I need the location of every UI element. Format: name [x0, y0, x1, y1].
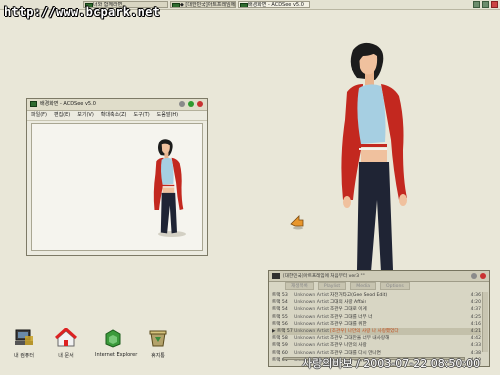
- track-artist: Unknown Artist: [294, 343, 330, 349]
- player-icon: [272, 273, 280, 279]
- cursor-icon: [290, 215, 304, 230]
- close-icon[interactable]: [491, 1, 498, 8]
- playlist-row[interactable]: 트랙 56 Unknown Artist 조관우 그대를 위한 4:16: [272, 321, 481, 328]
- track-title: 조관우 그대를 너무 너: [330, 314, 373, 320]
- track-title: 조관우 그대를 위한: [330, 321, 367, 327]
- track-title: 조관우 나만의 사랑: [330, 343, 367, 349]
- desktop-icon-my-documents[interactable]: 내 문서: [48, 326, 84, 359]
- documents-icon: [54, 326, 78, 347]
- acdsee-icon: [240, 3, 248, 7]
- track-duration: 4:25: [470, 314, 481, 320]
- playlist: 트랙 53 Unknown Artist 자전거타고(Gee Seod Edit) 4…: [272, 292, 481, 364]
- track-artist: Unknown Artist: [294, 293, 330, 298]
- track-number: 트랙 54: [272, 300, 288, 306]
- track-duration: 4:37: [470, 307, 481, 313]
- tab-media[interactable]: Media: [350, 282, 377, 290]
- folder-icon[interactable]: [473, 1, 480, 8]
- menu-edit[interactable]: 편집(E): [54, 110, 70, 120]
- track-duration: 4:36: [470, 293, 481, 298]
- wallpaper-thumbnail: [153, 139, 186, 237]
- track-title: 조관우 그대만을 너무 내사랑해: [330, 336, 390, 342]
- tab-playlist-ko[interactable]: 재생목록: [285, 282, 314, 290]
- window-menubar: 파일(F) 편집(E) 보기(V) 확대축소(Z) 도구(T) 도움말(H): [27, 110, 207, 121]
- window-icon: [172, 3, 180, 7]
- playlist-row[interactable]: 트랙 59 Unknown Artist 조관우 나만의 사랑 4:33: [272, 342, 481, 349]
- track-number: 트랙 56: [272, 321, 288, 327]
- track-title: [조관우] 나만의 사랑 나 사랑했었다: [330, 328, 399, 334]
- track-duration: 4:33: [470, 343, 481, 349]
- track-duration: 4:42: [470, 336, 481, 342]
- track-number: ▶ 트랙 57: [272, 328, 293, 334]
- window-title: 배경화면 - ACDSee v5.0: [40, 101, 96, 107]
- acdsee-icon: [30, 101, 37, 107]
- close-button[interactable]: [480, 273, 486, 279]
- playlist-row[interactable]: 트랙 58 Unknown Artist 조관우 그대만을 너무 내사랑해 4:42: [272, 335, 481, 342]
- wallpaper-figure: [341, 42, 407, 272]
- desktop-icon-internet-explorer[interactable]: Internet Explorer: [95, 328, 138, 358]
- desktop-icon-label: Internet Explorer: [95, 352, 138, 358]
- watermark-url: http://www.bcpark.net: [4, 5, 160, 19]
- track-artist: Unknown Artist: [294, 336, 330, 342]
- desktop-icon-label: 내 문서: [58, 353, 74, 359]
- internet-explorer-icon: [105, 329, 121, 348]
- acdsee-window: 배경화면 - ACDSee v5.0 파일(F) 편집(E) 보기(V) 확대축…: [26, 98, 208, 256]
- minimize-button[interactable]: [179, 101, 185, 107]
- playlist-row[interactable]: 트랙 54 Unknown Artist 그대의 사랑 Affair 4:20: [272, 299, 481, 306]
- desktop-icon-my-computer[interactable]: 내 컴퓨터: [6, 328, 42, 359]
- menu-tools[interactable]: 도구(T): [134, 110, 150, 120]
- menu-zoom[interactable]: 확대축소(Z): [101, 110, 127, 120]
- recycle-bin-icon: [149, 330, 167, 347]
- computer-icon: [15, 329, 33, 345]
- track-number: 트랙 53: [272, 293, 288, 298]
- menu-view[interactable]: 보기(V): [77, 110, 94, 120]
- track-duration: 4:16: [470, 321, 481, 327]
- track-artist: Unknown Artist: [294, 321, 330, 327]
- track-artist: Unknown Artist: [294, 328, 330, 334]
- playlist-row[interactable]: 트랙 53 Unknown Artist 자전거타고(Gee Seod Edit) 4…: [272, 292, 481, 299]
- track-artist: Unknown Artist: [294, 314, 330, 320]
- desktop-icon-recycle-bin[interactable]: 휴지통: [140, 328, 176, 359]
- menu-help[interactable]: 도움말(H): [157, 110, 178, 120]
- track-artist: Unknown Artist: [294, 300, 330, 306]
- playlist-row[interactable]: ▶ 트랙 57 Unknown Artist [조관우] 나만의 사랑 나 사랑했었…: [272, 327, 481, 336]
- close-button[interactable]: [197, 101, 203, 107]
- tab-options[interactable]: Options: [380, 282, 410, 290]
- tab-playlist[interactable]: Playlist: [317, 282, 347, 290]
- network-icon[interactable]: [482, 1, 489, 8]
- desktop-icon-label: 휴지통: [151, 353, 165, 359]
- playlist-row[interactable]: 트랙 54 Unknown Artist 조관우 그대로 이게 4:37: [272, 306, 481, 313]
- menu-file[interactable]: 파일(F): [31, 110, 47, 120]
- track-number: 트랙 58: [272, 336, 288, 342]
- image-view[interactable]: [31, 123, 203, 251]
- player-titlebar[interactable]: [대한민국]아트프레임에 처음부터 ver3 "": [269, 271, 489, 282]
- track-duration: 4:20: [470, 300, 481, 306]
- desktop-icon-label: 내 컴퓨터: [14, 353, 34, 359]
- track-number: 트랙 55: [272, 314, 288, 320]
- system-tray: [473, 1, 498, 8]
- track-number: 트랙 54: [272, 307, 288, 313]
- taskbar-item-3[interactable]: 배경화면 - ACDSee v5.0: [238, 1, 310, 8]
- playlist-scrollbar[interactable]: [482, 292, 488, 352]
- player-tabs: 재생목록 Playlist Media Options: [269, 282, 489, 290]
- taskbar-item-2[interactable]: ◆ [대한민국]아트프레임에: [170, 1, 236, 8]
- track-duration: 4:21: [470, 328, 481, 334]
- player-title: [대한민국]아트프레임에 처음부터 ver3 "": [283, 274, 365, 279]
- playlist-row[interactable]: 트랙 55 Unknown Artist 조관우 그대를 너무 너 4:25: [272, 314, 481, 321]
- track-number: 트랙 59: [272, 343, 288, 349]
- wallpaper-timestamp: 사랑의바보 / 2003-07-22 08:50:00: [302, 357, 481, 370]
- maximize-button[interactable]: [188, 101, 194, 107]
- track-number: 트랙 60: [272, 350, 288, 356]
- media-player-window: [대한민국]아트프레임에 처음부터 ver3 "" 재생목록 Playlist …: [268, 270, 490, 367]
- track-title: 자전거타고(Gee Seod Edit): [330, 293, 388, 298]
- track-title: 그대의 사랑 Affair: [330, 300, 367, 306]
- track-artist: Unknown Artist: [294, 307, 330, 313]
- track-title: 조관우 그대로 이게: [330, 307, 367, 313]
- minimize-button[interactable]: [471, 273, 477, 279]
